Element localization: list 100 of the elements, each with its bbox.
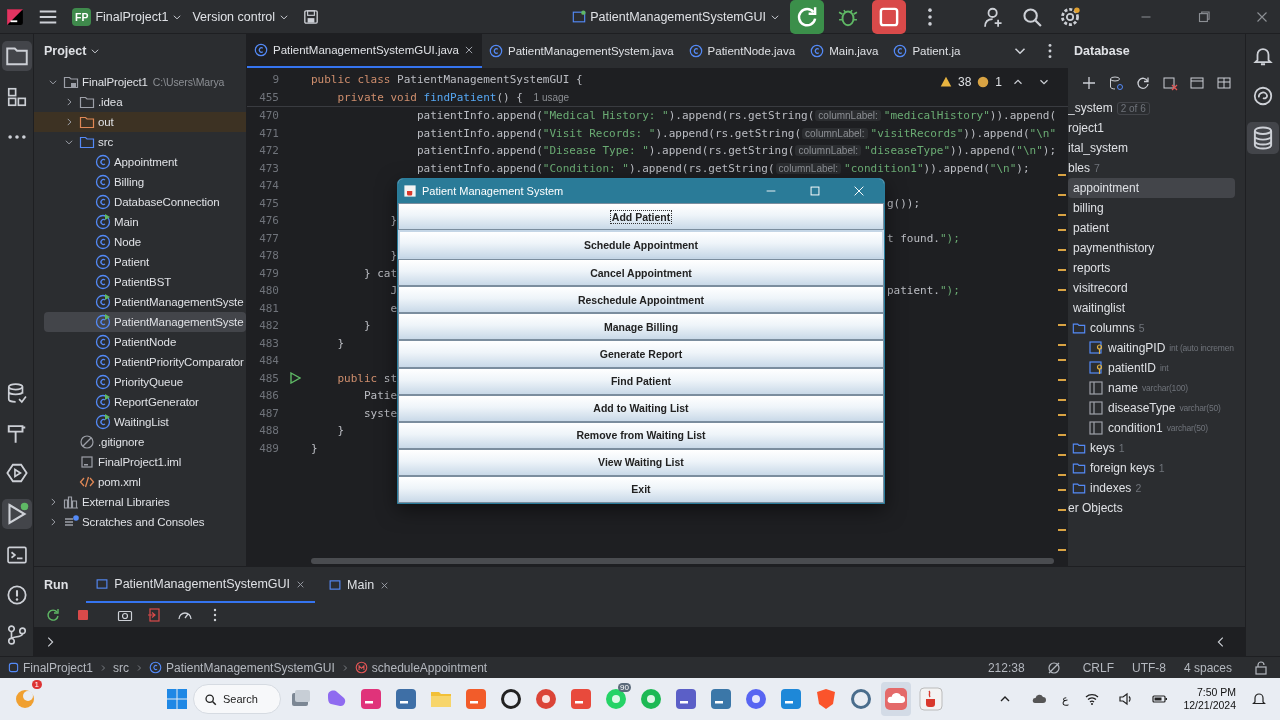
tree-item[interactable]: appointment xyxy=(1068,178,1235,198)
tree-item[interactable]: reports xyxy=(1068,258,1245,278)
clock[interactable]: 7:50 PM 12/21/2024 xyxy=(1183,686,1236,712)
tree-item[interactable]: .idea xyxy=(34,92,246,112)
tree-item[interactable]: keys 1 xyxy=(1068,438,1245,458)
tree-item[interactable]: waitinglist xyxy=(1068,298,1245,318)
weak-warning-count[interactable]: 1 xyxy=(995,75,1002,89)
line-number: 482 xyxy=(258,319,279,333)
tree-item[interactable]: FinalProject1.iml xyxy=(34,452,246,472)
tree-item[interactable]: indexes 2 xyxy=(1068,478,1245,498)
editor-tab[interactable]: Main.java xyxy=(803,34,887,68)
menu-button[interactable]: Add Patient xyxy=(398,203,884,231)
line-number: 471 xyxy=(258,126,279,140)
tree-item[interactable]: roject1 xyxy=(1068,118,1245,138)
code-line: g()); xyxy=(887,196,921,210)
tree-item[interactable]: billing xyxy=(1068,198,1245,218)
line-number: 470 xyxy=(258,109,279,123)
tree-item[interactable]: ReportGenerator xyxy=(34,392,246,412)
run-tab[interactable]: PatientManagementSystemGUI xyxy=(86,567,316,604)
menu-button[interactable]: Remove from Waiting List xyxy=(398,421,884,449)
tree-item[interactable]: PatientNode xyxy=(34,332,246,352)
tree-item[interactable]: visitrecord xyxy=(1068,278,1245,298)
tree-item[interactable]: patientID int xyxy=(1068,358,1245,378)
project-selector[interactable]: FP FinalProject1 xyxy=(72,7,183,26)
warning-count[interactable]: 38 xyxy=(957,75,972,89)
line-separator[interactable]: CRLF xyxy=(1082,660,1114,675)
tree-item[interactable]: PatientManagementSyste xyxy=(44,312,246,332)
menu-button[interactable]: Schedule Appointment xyxy=(398,230,884,260)
line-number: 479 xyxy=(258,266,279,280)
tree-item[interactable]: _system 2 of 6 xyxy=(1068,98,1245,118)
menu-button[interactable]: Exit xyxy=(398,475,884,504)
code-line: patientInfo.append("Condition: ").append(rs.getString( columnLabel: "condition1")).append("\n"); xyxy=(415,161,1030,175)
tree-item[interactable]: FinalProject1 C:\Users\Marya xyxy=(34,72,246,92)
indent-setting[interactable]: 4 spaces xyxy=(1183,660,1232,675)
tree-item[interactable]: Main xyxy=(34,212,246,232)
breadcrumb[interactable]: scheduleAppointment xyxy=(354,660,488,675)
menu-button[interactable]: Reschedule Appointment xyxy=(398,286,884,314)
line-number: 9 xyxy=(271,73,279,87)
menu-button[interactable]: Generate Report xyxy=(398,340,884,368)
tree-item[interactable]: diseaseType varchar(50) xyxy=(1068,398,1245,418)
line-number: 474 xyxy=(258,179,279,193)
tree-item[interactable]: er Objects xyxy=(1068,498,1245,518)
line-number: 478 xyxy=(258,249,279,263)
tree-item[interactable]: PriorityQueue xyxy=(34,372,246,392)
run-tab[interactable]: Main xyxy=(319,567,400,604)
tree-item[interactable]: Scratches and Consoles xyxy=(34,512,246,532)
tree-item[interactable]: name varchar(100) xyxy=(1068,378,1245,398)
tree-item[interactable]: out xyxy=(34,112,246,132)
file-encoding[interactable]: UTF-8 xyxy=(1131,660,1166,675)
tree-item[interactable]: src xyxy=(34,132,246,152)
tree-item[interactable]: WaitingList xyxy=(34,412,246,432)
line-number: 486 xyxy=(258,389,279,403)
menu-button[interactable]: Find Patient xyxy=(398,367,884,395)
tree-item[interactable]: Appointment xyxy=(34,152,246,172)
code-line: public st xyxy=(336,371,398,385)
line-number: 481 xyxy=(258,301,279,315)
menu-button[interactable]: Add to Waiting List xyxy=(398,394,884,422)
tree-item[interactable]: PatientPriorityComparator xyxy=(34,352,246,372)
breadcrumb[interactable]: src xyxy=(113,660,130,675)
run-configuration-selector[interactable]: PatientManagementSystemGUI xyxy=(572,9,780,24)
breadcrumb[interactable]: FinalProject1 xyxy=(8,660,94,675)
menu-button[interactable]: Manage Billing xyxy=(398,313,884,341)
editor-tab[interactable]: PatientManagementSystem.java xyxy=(482,34,682,68)
breadcrumb[interactable]: PatientManagementSystemGUI xyxy=(149,660,335,675)
editor-tab[interactable]: PatientManagementSystemGUI.java xyxy=(247,34,482,68)
tree-item[interactable]: foreign keys 1 xyxy=(1068,458,1245,478)
editor-tab[interactable]: PatientNode.java xyxy=(681,34,804,68)
tree-item[interactable]: columns 5 xyxy=(1068,318,1245,338)
tree-item[interactable]: condition1 varchar(50) xyxy=(1068,418,1245,438)
taskbar-app[interactable]: 90 xyxy=(601,682,631,716)
line-number: 485 xyxy=(258,371,279,385)
tree-item[interactable]: PatientBST xyxy=(34,272,246,292)
notification-badge: 1 xyxy=(31,680,42,689)
code-line: e xyxy=(389,301,398,315)
tree-item[interactable]: Billing xyxy=(34,172,246,192)
tree-item[interactable]: patient xyxy=(1068,218,1245,238)
line-number: 483 xyxy=(258,336,279,350)
panel-title[interactable]: Project xyxy=(44,44,87,58)
tree-item[interactable]: .gitignore xyxy=(34,432,246,452)
tree-item[interactable]: waitingPID int (auto incremen xyxy=(1068,338,1245,358)
menu-button[interactable]: View Waiting List xyxy=(398,448,884,476)
menu-button[interactable]: Cancel Appointment xyxy=(398,259,884,287)
count-badge: 90 xyxy=(618,683,631,692)
tree-item[interactable]: bles 7 xyxy=(1068,158,1245,178)
cursor-position[interactable]: 212:38 xyxy=(987,660,1025,675)
code-line: t found."); xyxy=(887,231,960,245)
tree-item[interactable]: Node xyxy=(34,232,246,252)
tree-item[interactable]: Patient xyxy=(34,252,246,272)
tree-item[interactable]: ital_system xyxy=(1068,138,1245,158)
editor-tab[interactable]: Patient.ja xyxy=(886,34,969,68)
code-line: private void findPatient() { 1 usage xyxy=(336,90,571,104)
input-language[interactable]: ع xyxy=(1062,692,1070,706)
code-line: } xyxy=(336,424,345,438)
tree-item[interactable]: PatientManagementSyste xyxy=(34,292,246,312)
tree-item[interactable]: DatabaseConnection xyxy=(34,192,246,212)
tree-item[interactable]: pom.xml xyxy=(34,472,246,492)
tree-item[interactable]: paymenthistory xyxy=(1068,238,1245,258)
vcs-selector[interactable]: Version control xyxy=(192,9,290,24)
search-field[interactable]: Search xyxy=(193,684,281,714)
tree-item[interactable]: External Libraries xyxy=(34,492,246,512)
